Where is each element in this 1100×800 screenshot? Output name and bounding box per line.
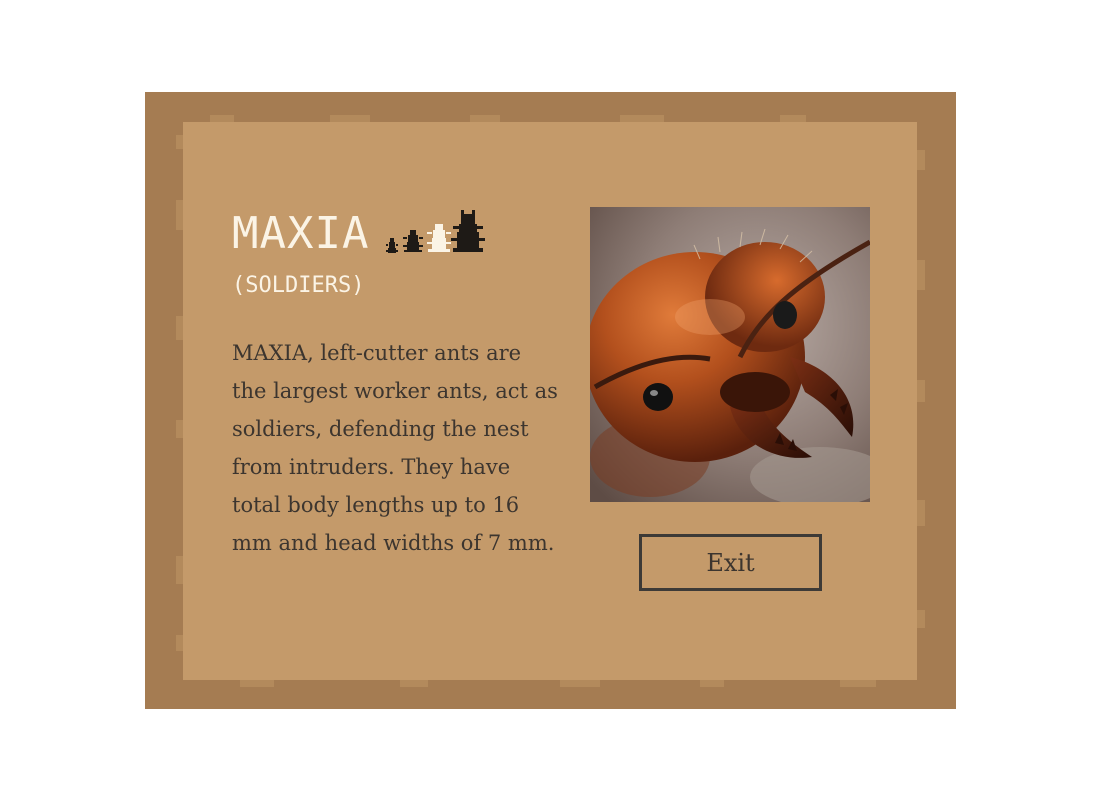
frame-notch xyxy=(917,610,925,628)
frame-notch xyxy=(176,200,183,230)
medium-ant-icon xyxy=(403,230,423,252)
caste-title: MAXIA xyxy=(232,208,370,259)
frame-notch xyxy=(176,135,183,149)
caste-icons xyxy=(386,210,485,253)
frame-notch xyxy=(210,115,234,122)
large-ant-icon-highlighted xyxy=(427,224,451,252)
frame-notch xyxy=(176,556,183,584)
caste-subtitle: (SOLDIERS) xyxy=(232,273,365,298)
frame-notch xyxy=(176,316,183,340)
frame-notch xyxy=(400,680,428,687)
exit-button[interactable]: Exit xyxy=(639,534,822,591)
frame-notch xyxy=(560,680,600,687)
caste-description: MAXIA, left-cutter ants are the largest … xyxy=(232,341,558,555)
ant-photo xyxy=(590,207,870,502)
frame-notch xyxy=(917,150,925,170)
small-ant-icon xyxy=(386,238,398,253)
frame-notch xyxy=(917,500,925,526)
frame-notch xyxy=(917,260,925,290)
frame-notch xyxy=(917,380,925,402)
frame-notch xyxy=(780,115,806,122)
frame-notch xyxy=(176,420,183,438)
frame-notch xyxy=(330,115,370,122)
frame-notch xyxy=(620,115,664,122)
frame-notch xyxy=(176,635,183,651)
frame-notch xyxy=(470,115,500,122)
game-screen: MAXIA (SOLDIERS) MAXIA, left-cutter ants… xyxy=(0,0,1100,800)
soldier-ant-icon xyxy=(451,210,485,252)
frame-notch xyxy=(240,680,274,687)
frame-notch xyxy=(700,680,724,687)
frame-notch xyxy=(840,680,876,687)
